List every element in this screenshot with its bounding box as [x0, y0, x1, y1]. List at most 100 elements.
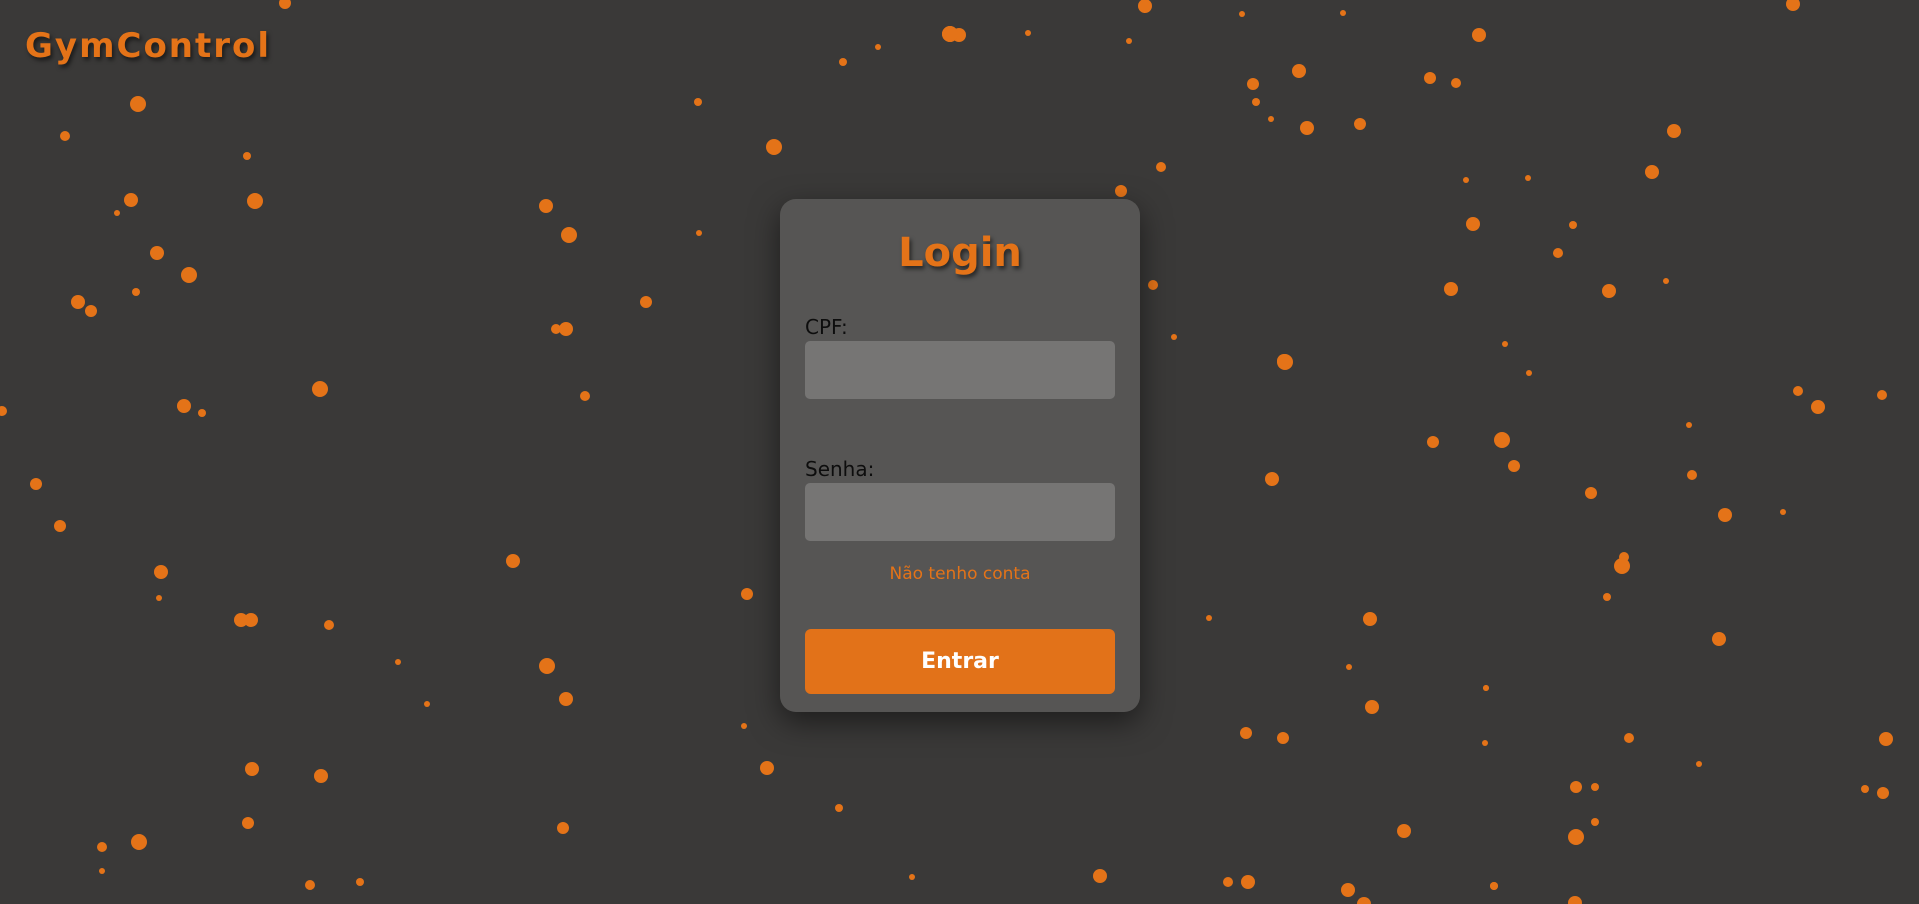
- particle-dot: [1494, 432, 1510, 448]
- particle-dot: [1206, 615, 1212, 621]
- particle-dot: [356, 878, 364, 886]
- particle-dot: [1712, 632, 1726, 646]
- particle-dot: [559, 692, 573, 706]
- particle-dot: [559, 322, 573, 336]
- particle-dot: [1346, 664, 1352, 670]
- particle-dot: [1602, 284, 1616, 298]
- particle-dot: [640, 296, 652, 308]
- particle-dot: [1780, 509, 1786, 515]
- login-title: Login: [898, 230, 1022, 276]
- particle-dot: [312, 381, 328, 397]
- particle-dot: [1482, 740, 1488, 746]
- particle-dot: [1252, 98, 1260, 106]
- particle-dot: [1667, 124, 1681, 138]
- particle-dot: [694, 98, 702, 106]
- particle-dot: [696, 230, 702, 236]
- particle-dot: [424, 701, 430, 707]
- particle-dot: [741, 723, 747, 729]
- particle-dot: [1148, 280, 1158, 290]
- particle-dot: [1365, 700, 1379, 714]
- particle-dot: [1811, 400, 1825, 414]
- particle-dot: [1363, 612, 1377, 626]
- particle-dot: [1444, 282, 1458, 296]
- particle-dot: [1614, 558, 1630, 574]
- particle-dot: [177, 399, 191, 413]
- particle-dot: [130, 96, 146, 112]
- particle-dot: [305, 880, 315, 890]
- particle-dot: [1696, 761, 1702, 767]
- particle-dot: [1786, 0, 1800, 11]
- particle-dot: [1877, 390, 1887, 400]
- particle-dot: [132, 288, 140, 296]
- particle-dot: [1686, 422, 1692, 428]
- particle-dot: [1292, 64, 1306, 78]
- particle-dot: [835, 804, 843, 812]
- particle-dot: [1340, 10, 1346, 16]
- particle-dot: [1645, 165, 1659, 179]
- particle-dot: [1156, 162, 1166, 172]
- particle-dot: [1663, 278, 1669, 284]
- particle-dot: [1300, 121, 1314, 135]
- particle-dot: [1793, 386, 1803, 396]
- particle-dot: [150, 246, 164, 260]
- particle-dot: [1138, 0, 1152, 13]
- particle-dot: [1718, 508, 1732, 522]
- particle-dot: [1427, 436, 1439, 448]
- particle-dot: [561, 227, 577, 243]
- particle-dot: [1093, 869, 1107, 883]
- particle-dot: [1268, 116, 1274, 122]
- no-account-link[interactable]: Não tenho conta: [805, 564, 1115, 584]
- brand-logo: GymControl: [25, 26, 272, 66]
- particle-dot: [279, 0, 291, 9]
- particle-dot: [1472, 28, 1486, 42]
- particle-dot: [1502, 341, 1508, 347]
- particle-dot: [245, 762, 259, 776]
- particle-dot: [942, 26, 958, 42]
- particle-dot: [0, 406, 7, 416]
- particle-dot: [85, 305, 97, 317]
- particle-dot: [1568, 896, 1582, 904]
- particle-dot: [71, 295, 85, 309]
- particle-dot: [766, 139, 782, 155]
- password-input[interactable]: [805, 483, 1115, 541]
- particle-dot: [1247, 78, 1259, 90]
- particle-dot: [1025, 30, 1031, 36]
- particle-dot: [1241, 875, 1255, 889]
- particle-dot: [1451, 78, 1461, 88]
- login-submit-button[interactable]: Entrar: [805, 629, 1115, 694]
- particle-dot: [156, 595, 162, 601]
- particle-dot: [324, 620, 334, 630]
- particle-dot: [1341, 883, 1355, 897]
- particle-dot: [1877, 787, 1889, 799]
- particle-dot: [1126, 38, 1132, 44]
- particle-dot: [539, 658, 555, 674]
- particle-dot: [1526, 370, 1532, 376]
- particle-dot: [154, 565, 168, 579]
- particle-dot: [1568, 829, 1584, 845]
- particle-dot: [741, 588, 753, 600]
- cpf-label: CPF:: [805, 315, 848, 339]
- particle-dot: [54, 520, 66, 532]
- particle-dot: [1357, 897, 1371, 904]
- particle-dot: [1490, 882, 1498, 890]
- particle-dot: [1591, 818, 1599, 826]
- particle-dot: [131, 834, 147, 850]
- particle-dot: [181, 267, 197, 283]
- particle-dot: [551, 324, 561, 334]
- particle-dot: [1265, 472, 1279, 486]
- particle-dot: [1277, 732, 1289, 744]
- particle-dot: [243, 152, 251, 160]
- particle-dot: [839, 58, 847, 66]
- password-label: Senha:: [805, 457, 875, 481]
- particle-dot: [60, 131, 70, 141]
- particle-dot: [909, 874, 915, 880]
- particle-dot: [760, 761, 774, 775]
- particle-dot: [244, 613, 258, 627]
- page-background: GymControl Login CPF: Senha: Não tenho c…: [0, 0, 1919, 904]
- particle-dot: [97, 842, 107, 852]
- particle-dot: [1115, 185, 1127, 197]
- particle-dot: [1240, 727, 1252, 739]
- cpf-input[interactable]: [805, 341, 1115, 399]
- particle-dot: [1171, 334, 1177, 340]
